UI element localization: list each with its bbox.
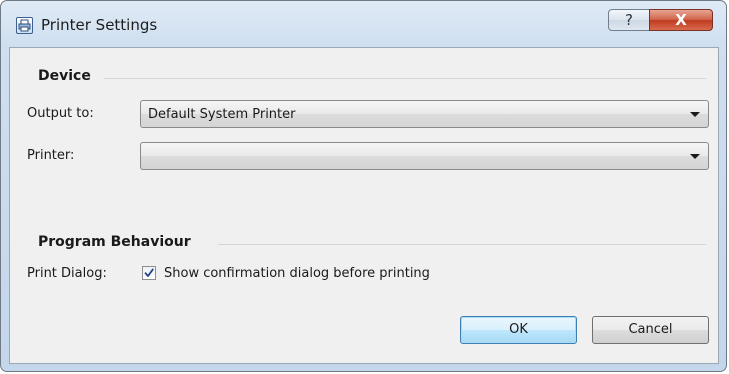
close-icon: X [675, 11, 687, 29]
chevron-down-icon [690, 154, 700, 159]
behaviour-group-divider [218, 244, 706, 245]
printer-select[interactable] [140, 142, 709, 170]
device-group-divider [104, 78, 706, 79]
dialog-body: Device Output to: Default System Printer… [9, 47, 719, 364]
help-icon: ? [625, 11, 633, 29]
behaviour-group-heading: Program Behaviour [38, 234, 199, 250]
print-dialog-label: Print Dialog: [27, 266, 107, 281]
confirm-checkbox[interactable] [142, 266, 156, 280]
output-to-label: Output to: [27, 106, 94, 121]
printer-settings-window: Printer Settings ? X Device Output to: D… [0, 0, 727, 372]
output-to-value: Default System Printer [148, 107, 296, 122]
close-button[interactable]: X [649, 9, 713, 31]
window-title: Printer Settings [41, 16, 158, 34]
confirm-checkbox-label[interactable]: Show confirmation dialog before printing [164, 266, 430, 281]
printer-settings-icon [16, 17, 33, 34]
device-group-heading: Device [38, 68, 99, 84]
ok-button[interactable]: OK [460, 316, 577, 344]
output-to-select[interactable]: Default System Printer [140, 100, 709, 128]
chevron-down-icon [690, 112, 700, 117]
help-button[interactable]: ? [608, 9, 650, 31]
title-bar[interactable]: Printer Settings ? X [1, 1, 726, 47]
check-icon [144, 268, 154, 277]
printer-label: Printer: [27, 148, 75, 163]
cancel-button[interactable]: Cancel [592, 316, 709, 344]
